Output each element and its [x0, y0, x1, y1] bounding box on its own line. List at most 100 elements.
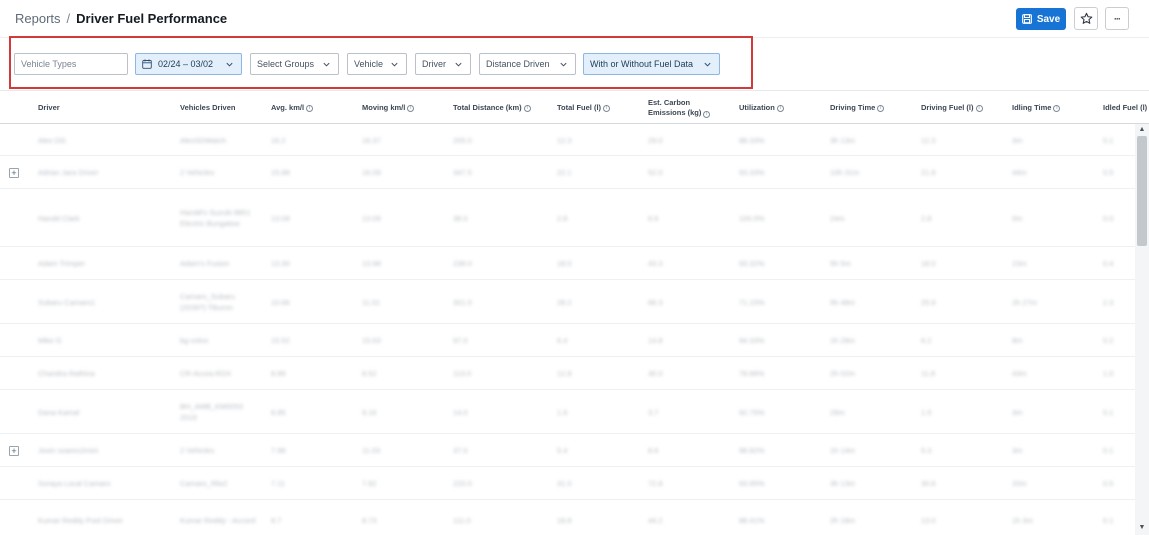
table-row[interactable]: Soraya Local Camaro Camaro_Rlw2 7.11 7.82 22…: [0, 467, 1135, 500]
column-header-driving-fuel[interactable]: Driving Fuel (l) i: [921, 91, 983, 125]
table-cell-itime: 3m: [1012, 136, 1023, 145]
chevron-down-icon: [323, 62, 330, 67]
table-cell-distance: 14.0: [453, 408, 468, 417]
table-row[interactable]: Mike G bg-volvo 15.52 15.63 97.0 6.4 14.8 94.33…: [0, 324, 1135, 357]
scroll-up-arrow-icon[interactable]: ▲: [1138, 126, 1146, 134]
table-cell-vehicles: 2 Vehicles: [180, 168, 215, 177]
breadcrumb-reports-link[interactable]: Reports: [15, 11, 61, 26]
column-header-utilization[interactable]: Utilization i: [739, 91, 784, 125]
info-icon[interactable]: i: [975, 104, 983, 112]
table-cell-distance: 238.0: [453, 259, 472, 268]
column-header-idled-fuel[interactable]: Idled Fuel (l): [1103, 91, 1147, 125]
more-options-button[interactable]: ···: [1105, 7, 1129, 30]
table-cell-fuel: 12.3: [557, 136, 572, 145]
expand-row-button[interactable]: +: [9, 168, 19, 178]
breadcrumb: Reports / Driver Fuel Performance: [15, 11, 227, 26]
table-cell-fuel: 1.6: [557, 408, 568, 417]
table-cell-distance: 38.0: [453, 214, 468, 223]
table-cell-avg: 16.2: [271, 136, 286, 145]
star-outline-icon: [1080, 12, 1092, 24]
chevron-down-icon: [560, 62, 567, 67]
date-range-picker[interactable]: 02/24 – 03/02: [135, 53, 242, 75]
column-header-total-distance[interactable]: Total Distance (km) i: [453, 91, 531, 125]
vehicle-filter[interactable]: Vehicle: [347, 53, 407, 75]
table-body: Alex DG AlexSDWatch 16.2 16.37 205.0 12.3 29.0…: [0, 124, 1135, 535]
info-icon[interactable]: i: [703, 111, 711, 118]
table-cell-util: 78.88%: [739, 369, 765, 378]
column-header-idling-time[interactable]: Idling Time i: [1012, 91, 1061, 125]
table-cell-ifuel: 0.1: [1103, 136, 1114, 145]
table-cell-carbon: 29.0: [648, 136, 663, 145]
table-cell-itime: 2h 27m: [1012, 298, 1038, 307]
table-cell-avg: 15.88: [271, 168, 290, 177]
table-cell-ifuel: 0.1: [1103, 446, 1114, 455]
table-cell-vehicles: CR-Acura-RDX: [180, 369, 232, 378]
table-cell-moving: 16.37: [362, 136, 381, 145]
table-cell-fuel: 12.8: [557, 369, 572, 378]
table-cell-avg: 8.89: [271, 369, 286, 378]
info-icon[interactable]: i: [306, 104, 314, 112]
column-header-driver[interactable]: Driver: [38, 91, 60, 125]
table-row[interactable]: Harold Clark Harold's Suzuki 8851 Electri…: [0, 189, 1135, 247]
table-row[interactable]: + Adrian Jara Driver 2 Vehicles 15.88 16.09 3…: [0, 156, 1135, 189]
column-header-moving-km-l[interactable]: Moving km/l i: [362, 91, 415, 125]
save-button[interactable]: Save: [1016, 8, 1066, 30]
table-row[interactable]: Subaru Camaro1 Camaro_Subaru (2039?) Tibu…: [0, 280, 1135, 324]
table-cell-util: 98.82%: [739, 446, 765, 455]
expand-row-button[interactable]: +: [9, 446, 19, 456]
vertical-scrollbar[interactable]: ▲ ▼: [1135, 124, 1149, 535]
table-cell-util: 93.33%: [739, 168, 765, 177]
table-cell-dtime: 2h 18m: [830, 516, 856, 525]
table-row[interactable]: Adam Trimper Adam's Fusion 13.30 13.68 238.0…: [0, 247, 1135, 280]
favorite-button[interactable]: [1074, 7, 1098, 30]
table-cell-distance: 205.0: [453, 136, 472, 145]
info-icon[interactable]: i: [523, 104, 531, 112]
table-cell-dtime: 1h 14m: [830, 446, 856, 455]
column-header-driving-time[interactable]: Driving Time i: [830, 91, 885, 125]
column-header-carbon-emissions[interactable]: Est. Carbon Emissions (kg) i: [648, 91, 711, 125]
distance-driven-filter[interactable]: Distance Driven: [479, 53, 576, 75]
info-icon[interactable]: i: [877, 104, 885, 112]
table-cell-ifuel: 0.2: [1103, 336, 1114, 345]
groups-filter[interactable]: Select Groups: [250, 53, 339, 75]
table-row[interactable]: Alex DG AlexSDWatch 16.2 16.37 205.0 12.3 29.0…: [0, 124, 1135, 156]
table-cell-distance: 111.0: [453, 516, 471, 525]
table-cell-fuel: 31.0: [557, 479, 572, 488]
table-cell-carbon: 44.2: [648, 516, 663, 525]
column-header-avg-km-l[interactable]: Avg. km/l i: [271, 91, 314, 125]
table-cell-moving: 8.52: [362, 369, 377, 378]
table-row[interactable]: Chandra Rathina CR-Acura-RDX 8.89 8.52 113.0…: [0, 357, 1135, 390]
table-cell-dfuel: 2.8: [921, 214, 932, 223]
table-row[interactable]: Dana Kamal BH_AMB_KM0053 2019 8.85 9.16 14.0…: [0, 390, 1135, 434]
table-cell-util: 93.32%: [739, 259, 765, 268]
fuel-data-filter[interactable]: With or Without Fuel Data: [583, 53, 720, 75]
table-cell-util: 71.15%: [739, 298, 765, 307]
table-cell-driver: Kumar Reddy Pool Driver: [38, 516, 124, 525]
info-icon[interactable]: i: [1053, 104, 1061, 112]
scroll-down-arrow-icon[interactable]: ▼: [1138, 524, 1146, 532]
table-row[interactable]: Kumar Reddy Pool Driver Kumar Reddy - Acc…: [0, 500, 1135, 535]
table-cell-distance: 113.0: [453, 369, 472, 378]
table-cell-util: 88.33%: [739, 136, 765, 145]
column-header-vehicles-driven[interactable]: Vehicles Driven: [180, 91, 235, 125]
vehicle-types-input[interactable]: [21, 59, 121, 69]
info-icon[interactable]: i: [603, 104, 611, 112]
column-header-total-fuel[interactable]: Total Fuel (l) i: [557, 91, 611, 125]
scrollbar-thumb[interactable]: [1137, 136, 1147, 246]
table-cell-avg: 13.30: [271, 259, 290, 268]
driver-filter[interactable]: Driver: [415, 53, 471, 75]
table-cell-itime: 1h 3m: [1012, 516, 1033, 525]
info-icon[interactable]: i: [776, 104, 784, 112]
info-icon[interactable]: i: [407, 104, 415, 112]
table-cell-fuel: 28.2: [557, 298, 572, 307]
table-cell-vehicles: bg-volvo: [180, 336, 209, 345]
table-cell-dtime: 3h 13m: [830, 136, 856, 145]
table-cell-itime: 0m: [1012, 214, 1023, 223]
vehicle-types-filter[interactable]: [14, 53, 128, 75]
table-cell-util: 93.95%: [739, 479, 765, 488]
table-row[interactable]: + Jovin soares2mini 2 Vehicles 7.98 11.03 37.…: [0, 434, 1135, 467]
table-cell-ifuel: 0.1: [1103, 516, 1114, 525]
table-cell-driver: Subaru Camaro1: [38, 298, 96, 307]
table-cell-util: 100.0%: [739, 214, 765, 223]
table-cell-itime: 20m: [1012, 479, 1027, 488]
